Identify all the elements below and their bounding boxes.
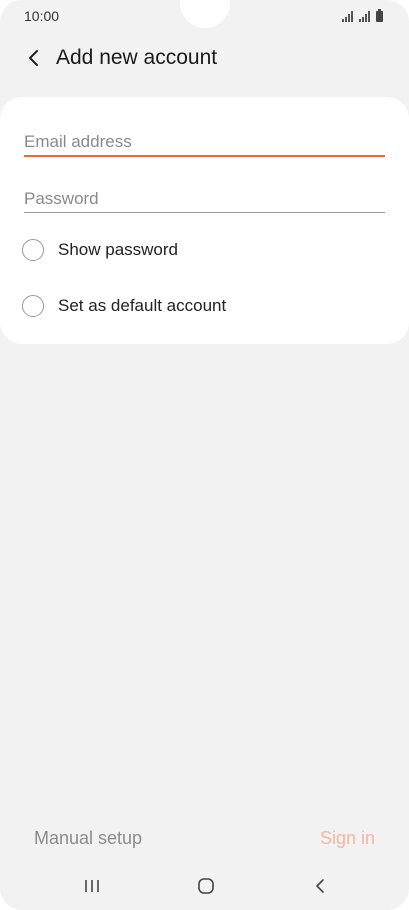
default-account-label: Set as default account: [58, 296, 227, 315]
status-icons: [342, 9, 383, 22]
page-title: Add new account: [56, 46, 218, 69]
email-field[interactable]: [24, 127, 385, 157]
navigation-bar: [0, 866, 409, 906]
password-underline: [24, 212, 385, 213]
back-icon: [316, 879, 324, 893]
home-icon: [198, 878, 214, 894]
default-account-option[interactable]: Set as default account: [22, 295, 226, 317]
status-time: 10:00: [24, 8, 60, 24]
show-password-checkbox[interactable]: [22, 239, 44, 261]
show-password-label: Show password: [58, 240, 179, 259]
back-button[interactable]: [14, 38, 54, 78]
nav-back-button[interactable]: [300, 874, 340, 898]
camera-notch: [180, 0, 230, 28]
recents-button[interactable]: [72, 874, 112, 898]
screen: 10:00 Add new account Email address Show…: [0, 0, 409, 910]
email-underline: [24, 155, 385, 157]
default-account-checkbox[interactable]: [22, 295, 44, 317]
recents-icon: [85, 880, 99, 892]
show-password-option[interactable]: Show password: [22, 239, 178, 261]
header: Add new account: [0, 38, 409, 78]
chevron-left-icon: [29, 50, 38, 66]
signal-icon: [359, 11, 370, 22]
signal-icon: [342, 11, 353, 22]
status-bar: 10:00: [0, 0, 409, 32]
password-field[interactable]: [24, 184, 385, 214]
account-form-card: Show password Set as default account: [0, 97, 409, 344]
manual-setup-button[interactable]: Manual setup: [34, 828, 142, 849]
home-button[interactable]: [186, 874, 226, 898]
email-field-container: [24, 127, 385, 157]
sign-in-button[interactable]: Sign in: [320, 828, 375, 849]
battery-icon: [376, 9, 383, 22]
bottom-actions: Manual setup Sign in: [0, 822, 409, 856]
password-field-container: [24, 184, 385, 214]
